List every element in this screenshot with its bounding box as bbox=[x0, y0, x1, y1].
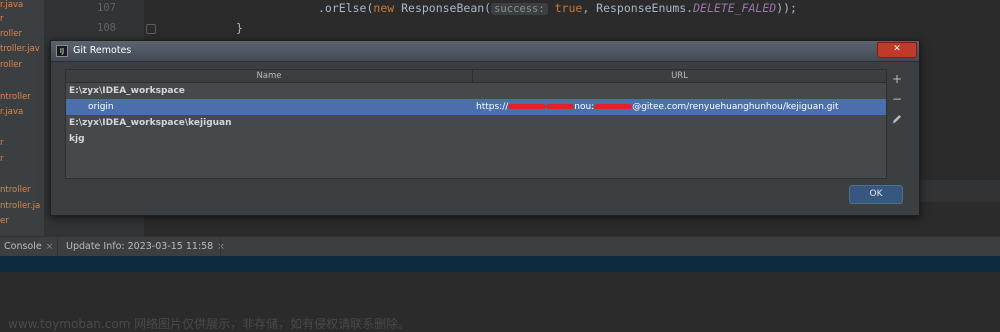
tab-label: Update Info: 2023-03-15 11:58 bbox=[66, 241, 214, 252]
code-token: ResponseBean( bbox=[394, 1, 492, 15]
remote-toolbar: + − bbox=[887, 69, 907, 177]
code-token: } bbox=[236, 21, 243, 35]
line-number: 107 bbox=[97, 2, 116, 14]
code-constant: DELETE_FALED bbox=[693, 1, 777, 15]
fold-marker-icon[interactable] bbox=[146, 24, 156, 34]
table-row[interactable]: E:\zyx\IDEA_workspace bbox=[66, 83, 886, 99]
column-header-url[interactable]: URL bbox=[473, 70, 886, 82]
remove-remote-button[interactable]: − bbox=[889, 91, 905, 107]
line-number: 108 bbox=[97, 22, 116, 34]
redaction-mark bbox=[508, 104, 547, 109]
project-tree-item[interactable]: roller bbox=[0, 29, 22, 39]
code-keyword: true bbox=[547, 1, 583, 15]
add-remote-button[interactable]: + bbox=[889, 71, 905, 87]
project-tree-panel: r.java r roller troller.java roller ntro… bbox=[0, 0, 50, 236]
remote-url: https:// nou: @gitee.com/renyuehuanghunhou… bbox=[476, 99, 839, 115]
tab-label: Console bbox=[4, 241, 42, 252]
project-tree-item[interactable]: r bbox=[0, 138, 4, 148]
url-part: nou: bbox=[574, 102, 595, 112]
intellij-app-icon: IJ bbox=[56, 45, 68, 57]
redaction-mark bbox=[594, 104, 633, 109]
project-tree-item[interactable]: troller.java bbox=[0, 44, 45, 54]
editor-highlight bbox=[920, 180, 1000, 202]
project-tree-item[interactable]: ntroller bbox=[0, 185, 31, 195]
table-header: Name URL bbox=[66, 70, 886, 83]
dialog-title: Git Remotes bbox=[73, 45, 132, 56]
tab-console[interactable]: Console × bbox=[4, 237, 53, 257]
tab-update-info[interactable]: Update Info: 2023-03-15 11:58 × bbox=[66, 237, 225, 257]
url-part: @gitee.com/renyuehuanghunhou/kejiguan.gi… bbox=[632, 102, 839, 112]
code-keyword: new bbox=[373, 1, 395, 15]
code-token: )); bbox=[776, 1, 797, 15]
project-tree-item[interactable]: r.java bbox=[0, 107, 23, 117]
git-remotes-dialog: IJ Git Remotes ✕ Name URL E:\zyx\IDEA_wo… bbox=[50, 40, 920, 216]
remotes-table: Name URL E:\zyx\IDEA_workspace origin ht… bbox=[65, 69, 887, 179]
code-token: , ResponseEnums. bbox=[582, 1, 694, 15]
remote-name: origin bbox=[88, 102, 114, 112]
project-tree-item[interactable]: er bbox=[0, 216, 9, 226]
url-part: https:// bbox=[476, 102, 509, 112]
ok-button[interactable]: OK bbox=[849, 185, 903, 204]
redaction-mark bbox=[546, 104, 575, 109]
table-row[interactable]: E:\zyx\IDEA_workspace\kejiguan bbox=[66, 115, 886, 131]
dialog-titlebar[interactable]: IJ Git Remotes ✕ bbox=[51, 41, 919, 62]
close-icon[interactable]: × bbox=[217, 242, 225, 252]
repo-path: kjg bbox=[69, 134, 85, 144]
code-token: .orElse( bbox=[318, 1, 374, 15]
tab-divider bbox=[57, 237, 58, 257]
project-tree-item[interactable]: r bbox=[0, 154, 4, 164]
parameter-hint: success: bbox=[491, 3, 548, 15]
repo-path: E:\zyx\IDEA_workspace bbox=[69, 86, 185, 96]
code-line-107[interactable]: .orElse(new ResponseBean(success: true, … bbox=[318, 1, 797, 15]
repo-path: E:\zyx\IDEA_workspace\kejiguan bbox=[69, 118, 232, 128]
table-row[interactable]: kjg bbox=[66, 131, 886, 147]
project-tree-item[interactable]: ntroller bbox=[0, 92, 31, 102]
column-header-name[interactable]: Name bbox=[66, 70, 472, 82]
code-line-108[interactable]: } bbox=[236, 21, 243, 35]
table-row-selected[interactable]: origin https:// nou: @gitee.com/renyuehuan… bbox=[66, 99, 886, 115]
close-icon[interactable]: × bbox=[46, 242, 54, 252]
console-header-strip bbox=[0, 256, 1000, 272]
project-tree-item[interactable]: r.java bbox=[0, 0, 23, 10]
tab-divider bbox=[220, 237, 221, 257]
bottom-tool-tabs: Console × Update Info: 2023-03-15 11:58 × bbox=[0, 236, 1000, 257]
close-button[interactable]: ✕ bbox=[877, 42, 917, 58]
project-tree-item[interactable]: r bbox=[0, 14, 4, 24]
pencil-icon bbox=[892, 115, 901, 124]
watermark-text: www.toymoban.com 网络图片仅供展示，非存储，如有侵权请联系删除。 bbox=[8, 317, 411, 331]
project-tree-item[interactable]: roller bbox=[0, 60, 22, 70]
edit-remote-button[interactable] bbox=[889, 111, 905, 127]
